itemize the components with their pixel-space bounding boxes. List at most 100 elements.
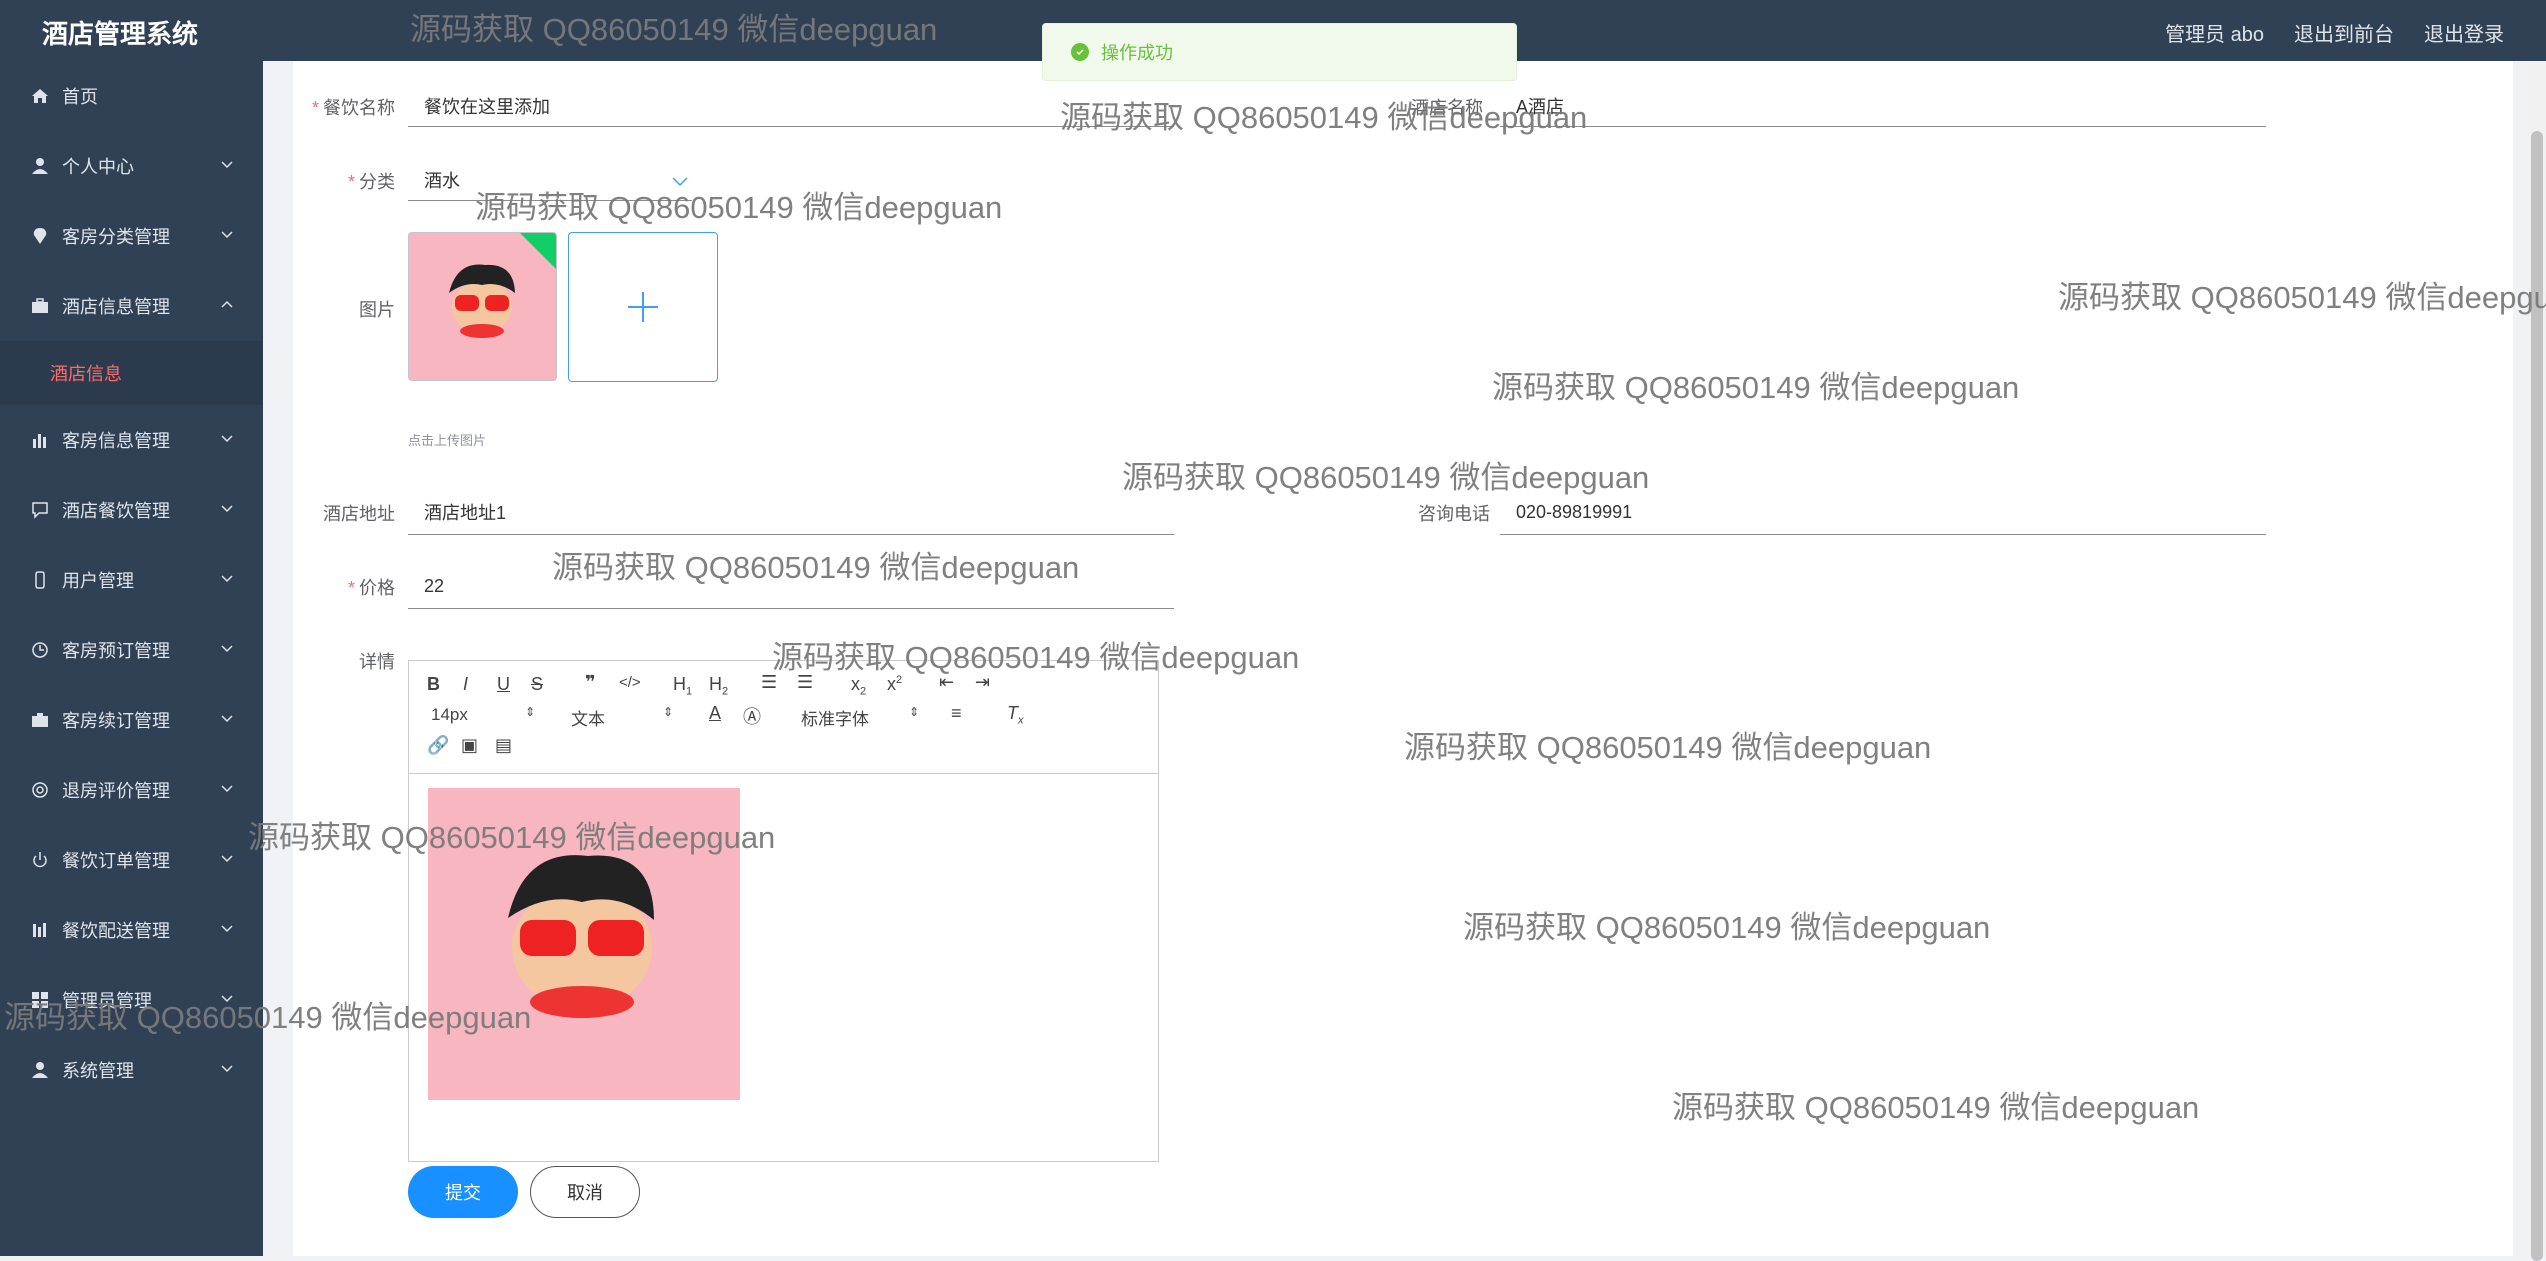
quote-button[interactable]: ❞ [585,672,596,693]
font-family-arrows-icon: ⇕ [909,705,920,719]
sidebar-item-home[interactable]: 首页 [0,61,263,131]
address-label: 酒店地址 [323,504,395,524]
link-button[interactable]: 🔗 [427,735,449,756]
chat-icon [30,500,50,520]
rich-text-editor[interactable]: B I U S ❞ </> H1 H2 ☰ ☰ x2 x2 ⇤ ⇥ 14px ⇕… [408,660,1159,1162]
plus-icon [628,292,658,322]
submit-button[interactable]: 提交 [408,1166,518,1218]
admin-user-label[interactable]: 管理员 abo [2165,18,2264,47]
heading2-button[interactable]: H2 [709,674,728,698]
upload-add-button[interactable] [568,232,718,382]
image-label: 图片 [359,300,395,320]
font-size-arrows-icon: ⇕ [525,705,536,719]
sidebar-item-label: 餐饮订单管理 [62,851,170,871]
bold-button[interactable]: B [427,674,440,695]
heading1-button[interactable]: H1 [673,674,692,698]
text-style-select[interactable]: 文本 [571,705,605,730]
chevron-down-icon [221,505,233,513]
sidebar-item-label: 系统管理 [62,1061,134,1081]
sidebar-item-profile[interactable]: 个人中心 [0,131,263,201]
sidebar-item-hotel-info[interactable]: 酒店信息管理 [0,271,263,341]
sidebar-item-admins[interactable]: 管理员管理 [0,965,263,1035]
chevron-down-icon [221,855,233,863]
subscript-button[interactable]: x2 [851,674,866,698]
sidebar-item-label: 客房信息管理 [62,431,170,451]
chevron-down-icon [221,1065,233,1073]
success-icon [1071,43,1089,61]
chevron-down-icon [221,575,233,583]
video-button[interactable]: ▤ [495,735,512,756]
sidebar-item-system[interactable]: 系统管理 [0,1035,263,1105]
monkey-image [508,855,654,1018]
image-button[interactable]: ▣ [461,735,478,756]
sidebar-item-users[interactable]: 用户管理 [0,545,263,615]
sidebar-item-room-category[interactable]: 客房分类管理 [0,201,263,271]
sidebar-item-catering[interactable]: 酒店餐饮管理 [0,475,263,545]
name-label: * 餐饮名称 [311,98,395,118]
logout-link[interactable]: 退出登录 [2424,18,2504,47]
category-label: * 分类 [347,172,395,192]
hotel-name-label: 酒店名称 [1411,98,1483,118]
sidebar-item-room-info[interactable]: 客房信息管理 [0,405,263,475]
sidebar-item-label: 个人中心 [62,157,134,177]
sidebar-item-label: 管理员管理 [62,991,152,1011]
strike-button[interactable]: S [531,674,543,695]
outdent-button[interactable]: ⇤ [939,672,954,693]
scroll-thumb[interactable] [2531,131,2543,1261]
sidebar-item-renewal[interactable]: 客房续订管理 [0,685,263,755]
bullet-list-button[interactable]: ☰ [797,672,813,693]
exit-to-front-link[interactable]: 退出到前台 [2294,18,2394,47]
price-input[interactable]: 22 [408,564,1174,609]
category-select[interactable]: 酒水 [408,160,692,201]
superscript-button[interactable]: x2 [887,674,902,695]
code-button[interactable]: </> [619,674,641,691]
sidebar-item-catering-orders[interactable]: 餐饮订单管理 [0,825,263,895]
font-color-button[interactable]: A [709,703,721,724]
toast-message: 操作成功 [1101,43,1173,63]
app-title: 酒店管理系统 [42,19,199,49]
font-size-select[interactable]: 14px [431,705,468,725]
sidebar-item-label: 客房分类管理 [62,227,170,247]
text-style-arrows-icon: ⇕ [663,705,674,719]
underline-button[interactable]: U [497,674,510,695]
sidebar: 首页 个人中心 客房分类管理 酒店信息管理 酒店信息 客房信息管理 酒店餐饮管理… [0,61,263,1256]
sidebar-item-label: 用户管理 [62,571,134,591]
phone-input[interactable]: 020-89819991 [1500,490,2266,535]
chevron-down-icon [221,435,233,443]
chevron-down-icon [221,645,233,653]
sidebar-item-label: 酒店餐饮管理 [62,501,170,521]
chevron-down-icon [221,161,233,169]
name-input[interactable]: 餐饮在这里添加 [408,86,1174,127]
cancel-button[interactable]: 取消 [530,1166,640,1218]
sidebar-item-delivery[interactable]: 餐饮配送管理 [0,895,263,965]
indent-button[interactable]: ⇥ [975,672,990,693]
chevron-up-icon [221,300,233,308]
home-icon [30,86,50,106]
sidebar-item-checkout-review[interactable]: 退房评价管理 [0,755,263,825]
chevron-down-icon [672,177,688,187]
align-button[interactable]: ≡ [951,703,962,724]
italic-button[interactable]: I [463,674,468,695]
sidebar-subitem-hotel-info[interactable]: 酒店信息 [0,341,263,405]
clear-format-button[interactable]: Tx [1007,703,1024,727]
chevron-down-icon [221,231,233,239]
sidebar-item-label: 首页 [62,87,98,107]
sidebar-item-booking[interactable]: 客房预订管理 [0,615,263,685]
page-scrollbar[interactable] [2528,61,2546,1261]
hotel-name-input[interactable]: A酒店 [1500,86,2266,127]
chevron-down-icon [221,715,233,723]
chevron-down-icon [221,995,233,1003]
phone-icon [30,570,50,590]
power-icon [30,850,50,870]
font-family-select[interactable]: 标准字体 [801,705,869,730]
upload-success-badge [520,233,556,269]
user-icon [30,1060,50,1080]
sidebar-item-label: 餐饮配送管理 [62,921,170,941]
editor-toolbar: B I U S ❞ </> H1 H2 ☰ ☰ x2 x2 ⇤ ⇥ 14px ⇕… [409,661,1158,774]
briefcase-icon [30,296,50,316]
background-color-button[interactable]: Ⓐ [743,703,761,729]
uploaded-image-thumbnail[interactable] [408,232,557,381]
address-input[interactable]: 酒店地址1 [408,490,1174,535]
chart-icon [30,430,50,450]
ordered-list-button[interactable]: ☰ [761,672,777,693]
